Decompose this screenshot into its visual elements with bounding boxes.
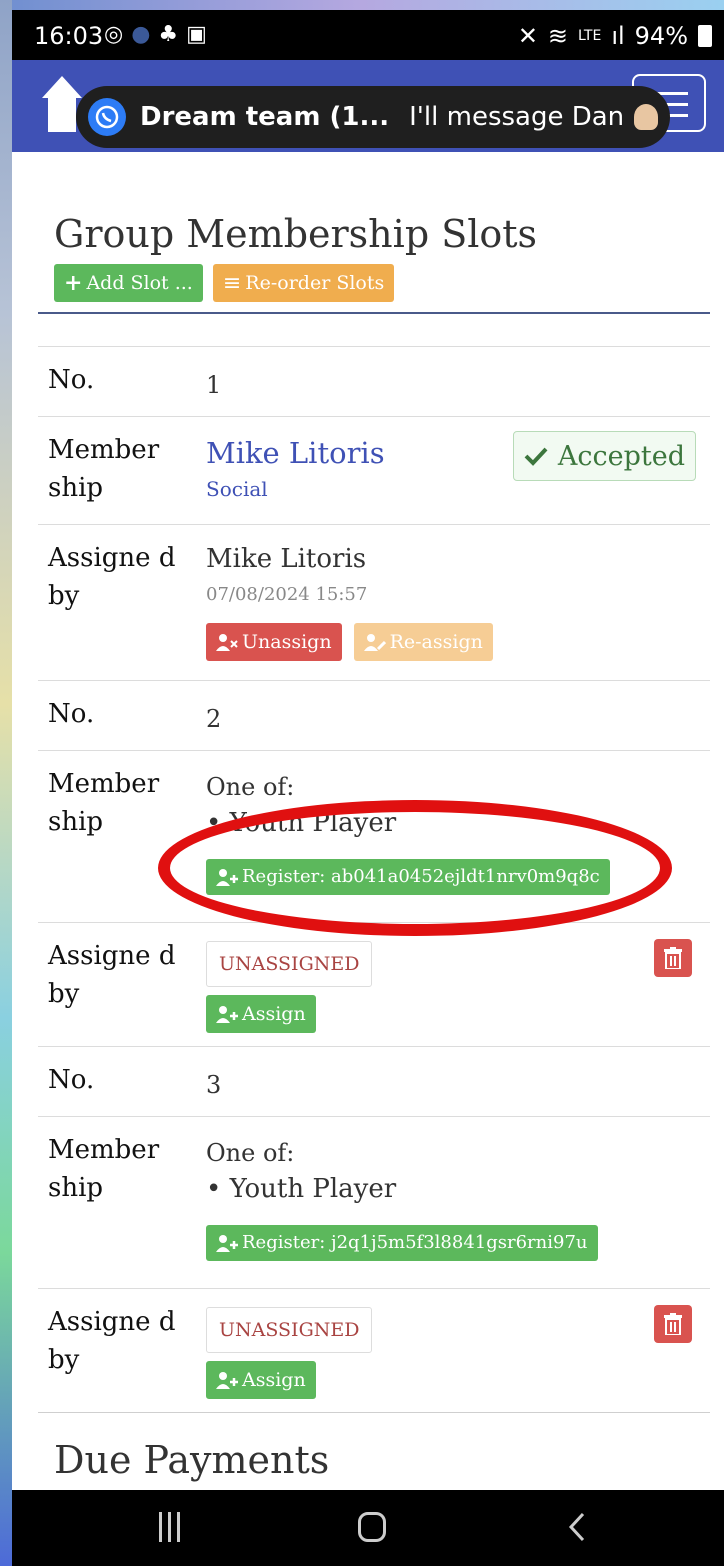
phone-screen: 16:03 ◎●♣▣ ✕ ≋ LTE ıl 94% Dream team (1.…	[12, 10, 724, 1566]
user-add-icon	[216, 1372, 238, 1389]
assign-label: Assign	[242, 1003, 306, 1025]
status-time: 16:03	[34, 22, 104, 50]
mute-icon: ✕	[517, 22, 538, 50]
membership-value: One of: • Youth Player Register: j2q1j5m…	[206, 1135, 598, 1262]
whatsapp-icon: ◎	[104, 22, 132, 47]
reorder-slots-label: Re-order Slots	[245, 272, 385, 294]
assigned-by-label: Assigne d by	[48, 941, 176, 1009]
status-bar: 16:03 ◎●♣▣ ✕ ≋ LTE ıl 94%	[12, 10, 724, 60]
notification-message: I'll message Dan	[409, 102, 625, 132]
assigned-by-label: Assigne d by	[48, 1307, 176, 1375]
slot-number: 1	[206, 371, 222, 399]
add-slot-label: Add Slot ...	[86, 272, 193, 294]
assigned-date: 07/08/2024 15:57	[206, 584, 368, 605]
user-remove-icon	[216, 634, 238, 651]
facebook-icon: ●	[131, 22, 159, 47]
slot-1-membership-row: Member ship Mike Litoris Social Accepted	[38, 416, 710, 525]
one-of-text: One of:	[206, 1139, 295, 1167]
reassign-button[interactable]: Re-assign	[353, 623, 493, 661]
accepted-status-badge: Accepted	[512, 431, 696, 481]
image-icon: ▣	[186, 22, 215, 47]
unassigned-badge: UNASSIGNED	[206, 941, 373, 987]
slot-3-assigned-row: Assigne d by UNASSIGNED Assign	[38, 1288, 710, 1413]
slot-2-no-row: No. 2	[38, 680, 710, 751]
assigned-by-value: UNASSIGNED Assign	[206, 1307, 373, 1399]
annotation-circle	[158, 800, 672, 936]
frame-edge-left	[0, 0, 12, 1566]
recents-icon[interactable]	[159, 1512, 185, 1542]
assigned-by-value: UNASSIGNED Assign	[206, 941, 373, 1033]
slot-3-no-row: No. 3	[38, 1046, 710, 1117]
membership-label: Member ship	[48, 435, 160, 503]
member-name-link[interactable]: Mike Litoris	[206, 435, 385, 471]
home-logo-icon[interactable]	[42, 74, 82, 134]
signal-icon: ıl	[611, 22, 625, 50]
membership-label: Member ship	[48, 769, 160, 837]
assigned-by-name: Mike Litoris	[206, 544, 367, 574]
trash-icon	[664, 1313, 682, 1335]
slot-1-assigned-row: Assigne d by Mike Litoris 07/08/2024 15:…	[38, 524, 710, 681]
volte-icon: LTE	[578, 28, 602, 44]
register-label: Register: j2q1j5m5f3l8841gsr6rni97u	[242, 1232, 588, 1253]
slot-number: 3	[206, 1071, 222, 1099]
battery-icon	[698, 25, 712, 47]
user-edit-icon	[363, 634, 386, 651]
assign-button[interactable]: Assign	[206, 1361, 316, 1399]
wifi-icon: ≋	[547, 22, 569, 50]
trash-icon	[664, 947, 682, 969]
plus-icon: +	[64, 270, 83, 296]
reorder-slots-button[interactable]: ≡ Re-order Slots	[212, 264, 395, 302]
no-label: No.	[48, 699, 95, 729]
delete-slot-button[interactable]	[654, 1305, 692, 1343]
slot-actions: + Add Slot ... ≡ Re-order Slots	[54, 264, 395, 302]
user-add-icon	[216, 1006, 238, 1023]
android-nav-bar	[12, 1490, 724, 1566]
status-text: Accepted	[557, 440, 685, 472]
unassign-button[interactable]: Unassign	[206, 623, 342, 661]
unassigned-badge: UNASSIGNED	[206, 1307, 373, 1353]
membership-option: • Youth Player	[206, 1174, 397, 1204]
figure-icon: ♣	[158, 22, 187, 47]
assign-button[interactable]: Assign	[206, 995, 316, 1033]
membership-value: Mike Litoris Social	[206, 435, 385, 507]
add-slot-button[interactable]: + Add Slot ...	[54, 264, 203, 302]
chat-notification-bubble[interactable]: Dream team (1... I'll message Dan	[76, 86, 670, 148]
list-icon: ≡	[222, 270, 242, 296]
page-title: Group Membership Slots	[54, 212, 538, 256]
assigned-by-label: Assigne d by	[48, 543, 176, 611]
register-button[interactable]: Register: j2q1j5m5f3l8841gsr6rni97u	[206, 1225, 598, 1261]
due-payments-title: Due Payments	[54, 1438, 330, 1482]
battery-level: 94%	[634, 22, 688, 50]
assigned-by-value: Mike Litoris 07/08/2024 15:57 Unassign R…	[206, 541, 493, 661]
status-right-icons: ✕ ≋ LTE ıl 94%	[518, 22, 712, 50]
unassign-label: Unassign	[242, 631, 332, 653]
slot-number: 2	[206, 705, 222, 733]
slot-3-membership-row: Member ship One of: • Youth Player Regis…	[38, 1116, 710, 1289]
whatsapp-icon	[88, 98, 126, 136]
user-add-icon	[216, 1235, 238, 1252]
back-icon[interactable]	[568, 1512, 586, 1542]
assign-label: Assign	[242, 1369, 306, 1391]
screenshot-frame: 16:03 ◎●♣▣ ✕ ≋ LTE ıl 94% Dream team (1.…	[0, 0, 724, 1566]
table-bottom-divider	[38, 1412, 710, 1413]
status-left-icons: ◎●♣▣	[104, 22, 215, 47]
no-label: No.	[48, 1065, 95, 1095]
reassign-label: Re-assign	[389, 631, 483, 653]
title-divider	[38, 312, 710, 314]
slot-2-assigned-row: Assigne d by UNASSIGNED Assign	[38, 922, 710, 1047]
facepalm-emoji-icon	[634, 104, 659, 130]
notification-title: Dream team (1...	[140, 102, 390, 132]
no-label: No.	[48, 365, 95, 395]
delete-slot-button[interactable]	[654, 939, 692, 977]
assign-actions: Unassign Re-assign	[206, 623, 493, 661]
home-icon[interactable]	[358, 1512, 386, 1542]
frame-edge-top	[0, 0, 724, 10]
membership-label: Member ship	[48, 1135, 160, 1203]
check-icon	[524, 447, 548, 466]
slot-1-no-row: No. 1	[38, 346, 710, 417]
membership-type: Social	[206, 477, 268, 501]
